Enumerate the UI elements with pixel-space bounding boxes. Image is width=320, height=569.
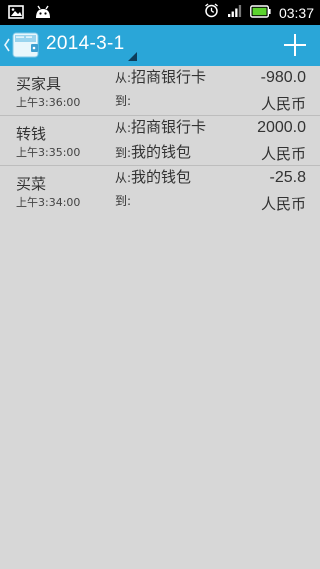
clock: 03:37 [278,4,314,21]
list-item[interactable]: 转钱 上午3:35:00 从:招商银行卡 到:我的钱包 2000.0 人民币 [0,115,320,165]
system-icons: 03:37 [204,3,314,22]
from-account-name: 我的钱包 [131,168,192,186]
to-account-name: 我的钱包 [131,143,192,161]
current-date: 2014-3-1 [46,33,125,54]
status-bar: 03:37 [0,0,320,25]
transaction-name: 转钱 [16,125,47,143]
transaction-currency: 人民币 [260,145,306,163]
transaction-name: 买菜 [16,175,47,193]
from-prefix: 从: [115,171,132,185]
from-account: 从:招商银行卡 [115,66,206,87]
transaction-time: 上午3:34:00 [16,196,81,209]
from-account: 从:我的钱包 [115,166,191,187]
transaction-currency: 人民币 [260,95,306,113]
gallery-notification-icon [8,4,24,23]
transaction-time: 上午3:35:00 [16,146,81,159]
to-prefix: 到: [115,146,132,160]
from-account-name: 招商银行卡 [131,68,207,86]
to-account: 到: [115,191,131,209]
list-item[interactable]: 买菜 上午3:34:00 从:我的钱包 到: -25.8 人民币 [0,165,320,215]
to-account: 到:我的钱包 [115,141,191,162]
add-icon[interactable] [282,32,308,58]
android-debug-icon [34,4,52,23]
transaction-currency: 人民币 [260,195,306,213]
back-chevron-icon[interactable] [2,34,12,56]
from-prefix: 从: [115,121,132,135]
transaction-time: 上午3:36:00 [16,96,81,109]
to-account: 到: [115,91,131,109]
notification-area [8,4,52,23]
to-prefix: 到: [115,94,132,108]
dropdown-indicator-icon [128,52,137,61]
transaction-amount: -980.0 [260,69,306,86]
transaction-list: 买家具 上午3:36:00 从:招商银行卡 到: -980.0 人民币 转钱 上… [0,66,320,215]
list-item[interactable]: 买家具 上午3:36:00 从:招商银行卡 到: -980.0 人民币 [0,66,320,115]
action-bar: 2014-3-1 [0,25,320,66]
signal-icon [227,3,242,22]
from-prefix: 从: [115,71,132,85]
date-selector[interactable]: 2014-3-1 [40,31,137,61]
transaction-name: 买家具 [16,75,62,93]
from-account: 从:招商银行卡 [115,116,206,137]
transaction-amount: -25.8 [269,169,306,186]
from-account-name: 招商银行卡 [131,118,207,136]
wallet-app-icon[interactable] [12,31,40,59]
battery-icon [250,3,271,22]
transaction-amount: 2000.0 [257,119,306,136]
alarm-icon [204,3,219,22]
to-prefix: 到: [115,194,132,208]
